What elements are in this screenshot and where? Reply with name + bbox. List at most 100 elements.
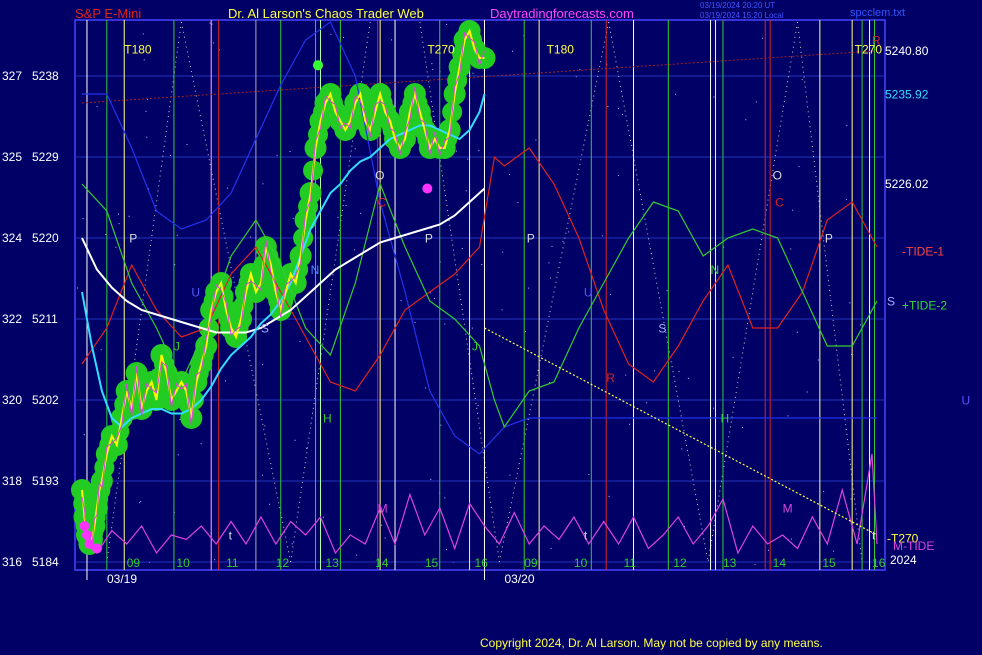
star-dot [118,213,119,215]
star-dot [846,125,848,127]
star-dot [845,199,847,201]
star-dot [115,246,117,248]
y-price-label: 5211 [32,312,58,326]
y-price-label: 5238 [32,69,59,83]
star-dot [356,554,358,556]
star-dot [250,236,252,238]
star-dot [262,183,264,185]
star-dot [431,63,433,65]
chart-background [0,0,982,650]
x-tick-label: 09 [524,556,538,570]
star-dot [562,240,564,242]
right-label: -TIDE-1 [902,245,944,259]
star-dot [471,327,473,329]
star-dot [481,264,483,265]
star-dot [322,516,324,518]
star-dot [391,39,392,41]
star-dot [790,248,792,250]
right-label: M-TIDE [893,539,934,553]
star-dot [588,474,590,476]
star-dot [105,234,107,235]
annotation-label: M [378,502,388,516]
star-dot [128,215,130,217]
star-dot [745,119,747,121]
y-degree-label: 327 [2,69,22,83]
annotation-label: J [174,340,180,354]
star-dot [82,218,84,220]
annotation-label: P [129,232,137,246]
star-dot [276,154,278,156]
site-title: Dr. Al Larson's Chaos Trader Web [228,6,424,21]
star-dot [289,151,291,152]
x-tick-label: 12 [673,556,687,570]
star-dot [654,370,656,372]
y-degree-label: 325 [2,150,22,164]
x-tick-label: 12 [276,556,290,570]
star-dot [472,72,474,74]
y-price-label: 5202 [32,393,59,407]
right-label: 2024 [890,553,917,567]
star-dot [860,324,861,326]
star-dot [524,331,526,333]
star-dot [211,23,213,25]
star-dot [384,537,386,539]
star-dot [306,447,307,449]
x-tick-label: 15 [425,556,439,570]
star-dot [444,323,446,325]
star-dot [147,99,149,101]
star-dot [337,216,339,218]
star-dot [833,550,834,552]
right-label: 5226.02 [885,177,929,191]
x-tick-label: 14 [375,556,389,570]
y-degree-label: 324 [2,231,22,245]
annotation-label: R [606,371,615,385]
star-dot [299,341,301,342]
star-dot [477,405,479,406]
y-degree-label: 322 [2,312,22,326]
star-dot [455,150,457,152]
star-dot [433,298,435,299]
site-url: Daytradingforecasts.com [490,6,634,21]
star-dot [607,106,609,107]
star-dot [269,503,271,505]
star-dot [227,187,228,189]
star-dot [512,50,513,52]
star-dot [817,359,819,361]
file-name: spcclem.txt [850,7,905,19]
star-dot [140,501,142,502]
magenta-dot [79,521,90,531]
star-dot [77,287,79,289]
annotation-label: N [311,263,320,277]
y-price-label: 5220 [32,231,59,245]
annotation-label: H [720,412,729,426]
star-dot [849,302,851,304]
annotation-label: M [783,502,793,516]
star-dot [291,543,293,545]
annotation-label: P [825,232,833,246]
annotation-label: U [584,286,593,300]
star-dot [568,231,570,233]
star-dot [798,166,800,168]
star-dot [294,439,296,441]
x-tick-label: 16 [872,556,886,570]
star-dot [608,495,610,497]
star-dot [143,59,145,61]
star-dot [440,424,442,426]
star-dot [549,277,551,279]
star-dot [176,234,178,236]
star-dot [264,425,266,427]
star-dot [501,309,503,311]
star-dot [509,474,511,476]
star-dot [609,293,611,295]
star-dot [646,402,648,404]
star-dot [430,478,432,480]
star-dot [713,96,715,98]
star-dot [432,69,434,70]
star-dot [850,498,852,500]
x-tick-label: 10 [574,556,588,570]
annotation-label: T270 [427,43,455,57]
star-dot [678,371,680,372]
x-tick-label: 14 [773,556,787,570]
annotation-label: P [527,232,535,246]
star-dot [400,299,402,301]
